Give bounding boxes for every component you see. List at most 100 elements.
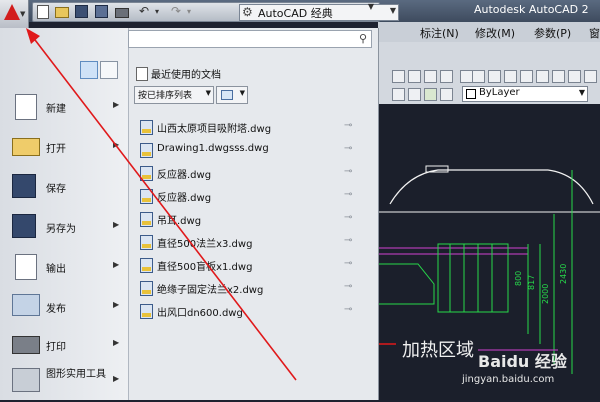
menu-parameters[interactable]: 参数(P) — [534, 25, 571, 41]
recent-header: 最近使用的文档 — [134, 66, 374, 82]
color-control-value: ByLayer — [479, 87, 520, 98]
open-documents-icon[interactable] — [100, 61, 118, 79]
file-name: 直径500盲板x1.dwg — [157, 262, 253, 273]
menu-item-label: 输出 — [46, 264, 66, 275]
new-file-icon[interactable] — [37, 5, 49, 19]
menu-item-open[interactable]: 打开 ▶ — [0, 130, 128, 168]
file-name: Drawing1.dwgsss.dwg — [157, 143, 269, 154]
menu-item-save-as[interactable]: 另存为 ▶ — [0, 210, 128, 248]
pin-icon[interactable]: ⊸ — [344, 258, 352, 269]
menu-item-export[interactable]: 输出 ▶ — [0, 250, 128, 288]
pin-icon[interactable]: ⊸ — [344, 235, 352, 246]
layer-tool-icon[interactable] — [408, 88, 421, 101]
pin-icon[interactable]: ⊸ — [344, 120, 352, 131]
chevron-right-icon: ▶ — [113, 260, 120, 269]
recent-documents-icon[interactable] — [80, 61, 98, 79]
pin-icon[interactable]: ⊸ — [344, 281, 352, 292]
dwg-file-icon — [140, 166, 153, 181]
tool-icon[interactable] — [568, 70, 581, 83]
tool-icon[interactable] — [504, 70, 517, 83]
chevron-right-icon: ▶ — [113, 338, 120, 347]
chevron-down-icon: ▼ — [205, 89, 211, 97]
open-file-icon[interactable] — [55, 7, 69, 18]
recent-file-item[interactable]: 绝缘子固定法兰x2.dwg ⊸ — [140, 279, 370, 302]
layer-tool-icon[interactable] — [424, 88, 437, 101]
search-input[interactable]: ⚲ — [128, 30, 372, 48]
app-menu-commands: 新建 ▶ 打开 ▶ 保存 另存为 ▶ 输出 ▶ 发布 ▶ 打印 ▶ 图形实用工具… — [0, 28, 129, 400]
open-folder-icon — [12, 138, 40, 156]
gear-icon: ⚙ — [242, 5, 253, 19]
autocad-logo-icon — [4, 4, 20, 20]
dim-text: 817 — [527, 275, 536, 290]
redo-icon[interactable]: ↷ — [171, 4, 181, 18]
layer-tool-icon[interactable] — [440, 88, 453, 101]
dim-text: 2430 — [559, 264, 568, 284]
tool-icon[interactable] — [408, 70, 421, 83]
menu-item-save[interactable]: 保存 — [0, 170, 128, 208]
tool-icon[interactable] — [440, 70, 453, 83]
tool-icon[interactable] — [552, 70, 565, 83]
save-as-icon[interactable] — [95, 5, 108, 18]
undo-icon[interactable]: ↶ — [139, 4, 149, 18]
app-title: Autodesk AutoCAD 2 — [474, 3, 589, 16]
menu-dimension[interactable]: 标注(N) — [420, 25, 459, 41]
tool-icon[interactable] — [424, 70, 437, 83]
color-control-select[interactable]: ByLayer ▼ — [462, 86, 588, 102]
tool-icon[interactable] — [584, 70, 597, 83]
menu-item-utilities[interactable]: 图形实用工具 ▶ — [0, 364, 128, 402]
icon-size-select[interactable]: ▼ — [216, 86, 248, 104]
qat-customize-icon[interactable]: ▼ — [366, 2, 376, 18]
menu-item-label: 图形实用工具 — [46, 369, 106, 380]
menu-window[interactable]: 窗 — [589, 25, 600, 41]
pin-icon[interactable]: ⊸ — [344, 189, 352, 200]
recent-view-toggles — [80, 61, 120, 81]
menu-item-new[interactable]: 新建 ▶ — [0, 90, 128, 128]
plot-icon[interactable] — [115, 8, 129, 18]
recent-file-item[interactable]: 直径500盲板x1.dwg ⊸ — [140, 256, 370, 279]
sort-select[interactable]: 按已排序列表 ▼ — [134, 86, 214, 104]
tool-icon[interactable] — [392, 70, 405, 83]
chevron-right-icon: ▶ — [113, 374, 120, 383]
menu-item-print[interactable]: 打印 ▶ — [0, 328, 128, 366]
pin-icon[interactable]: ⊸ — [344, 166, 352, 177]
search-icon: ⚲ — [358, 32, 367, 45]
inlet-duct — [378, 263, 435, 305]
file-name: 反应器.dwg — [157, 193, 212, 204]
redo-dropdown-icon[interactable]: ▾ — [187, 7, 191, 16]
tool-icon[interactable] — [488, 70, 501, 83]
file-name: 出风口dn600.dwg — [157, 308, 243, 319]
recent-file-item[interactable]: 山西太原项目吸附塔.dwg ⊸ — [140, 118, 370, 141]
tank-nozzle — [425, 165, 449, 173]
color-swatch — [466, 89, 476, 99]
dwg-file-icon — [140, 258, 153, 273]
dwg-file-icon — [140, 281, 153, 296]
tool-icon[interactable] — [472, 70, 485, 83]
file-name: 直径500法兰x3.dwg — [157, 239, 253, 250]
application-button[interactable]: ▼ — [0, 0, 29, 28]
recent-file-item[interactable]: 吊耳.dwg ⊸ — [140, 210, 370, 233]
recent-file-item[interactable]: 反应器.dwg ⊸ — [140, 187, 370, 210]
publish-icon — [12, 294, 40, 316]
layer-tool-icon[interactable] — [392, 88, 405, 101]
menu-item-label: 发布 — [46, 304, 66, 315]
chevron-down-icon: ▼ — [389, 6, 396, 15]
tool-icon[interactable] — [536, 70, 549, 83]
recent-file-item[interactable]: 反应器.dwg ⊸ — [140, 164, 370, 187]
pin-icon[interactable]: ⊸ — [344, 304, 352, 315]
recent-file-item[interactable]: Drawing1.dwgsss.dwg ⊸ — [140, 141, 370, 164]
pin-icon[interactable]: ⊸ — [344, 143, 352, 154]
menu-bar: 标注(N) 修改(M) 参数(P) 窗 — [378, 22, 600, 42]
chevron-right-icon: ▶ — [113, 220, 120, 229]
save-icon[interactable] — [75, 5, 88, 18]
menu-item-publish[interactable]: 发布 ▶ — [0, 290, 128, 328]
recent-file-item[interactable]: 出风口dn600.dwg ⊸ — [140, 302, 370, 325]
undo-dropdown-icon[interactable]: ▾ — [155, 7, 159, 16]
recent-file-item[interactable]: 直径500法兰x3.dwg ⊸ — [140, 233, 370, 256]
chevron-right-icon: ▶ — [113, 140, 120, 149]
title-bar: ↶ ▾ ↷ ▾ ⚙ AutoCAD 经典 ▼ ▼ Autodesk AutoCA… — [0, 0, 600, 22]
pin-icon[interactable]: ⊸ — [344, 212, 352, 223]
dwg-file-icon — [140, 235, 153, 250]
menu-modify[interactable]: 修改(M) — [475, 25, 515, 41]
recent-docs-icon — [136, 67, 148, 81]
tool-icon[interactable] — [520, 70, 533, 83]
